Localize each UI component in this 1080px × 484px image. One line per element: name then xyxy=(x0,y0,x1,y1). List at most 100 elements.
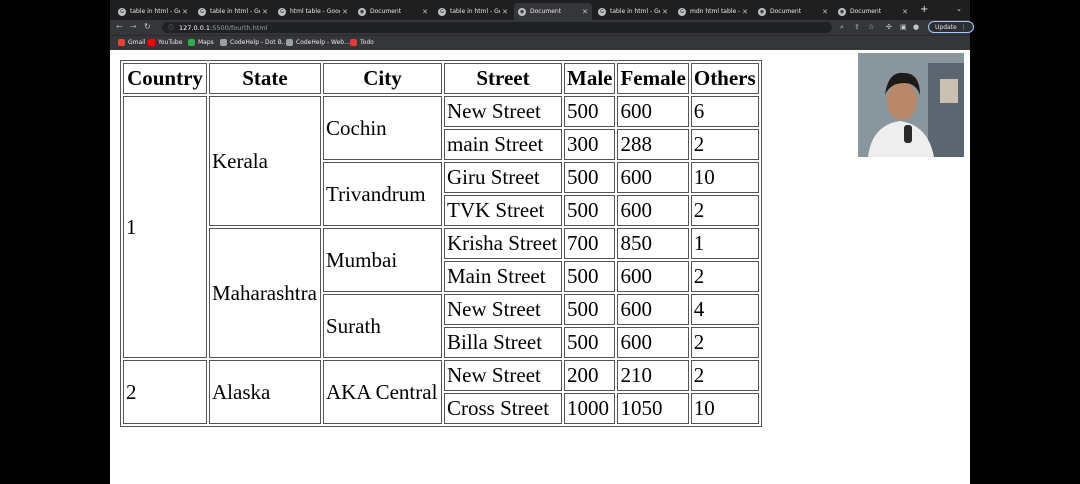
cell-street: TVK Street xyxy=(444,195,562,226)
info-icon: ⓘ xyxy=(168,25,175,32)
presenter-video-image xyxy=(858,53,964,157)
header-state: State xyxy=(209,63,321,94)
browser-tab-active[interactable]: ◉ Document ✕ xyxy=(514,3,592,20)
close-icon[interactable]: ✕ xyxy=(582,8,588,16)
new-tab-plus-icon[interactable]: + xyxy=(920,4,928,15)
cell-state: Alaska xyxy=(209,360,321,424)
cell-street: main Street xyxy=(444,129,562,160)
bookmark-codehelp-web[interactable]: CodeHelp - Web... xyxy=(286,39,350,46)
cell-male: 1000 xyxy=(564,393,616,424)
cell-street: Cross Street xyxy=(444,393,562,424)
cell-others: 4 xyxy=(690,294,759,325)
cell-street: New Street xyxy=(444,96,562,127)
cell-others: 2 xyxy=(690,327,759,358)
cell-street: New Street xyxy=(444,294,562,325)
close-icon[interactable]: ✕ xyxy=(182,8,188,16)
more-menu-icon[interactable]: ⋮ xyxy=(961,24,967,31)
close-icon[interactable]: ✕ xyxy=(262,8,268,16)
close-icon[interactable]: ✕ xyxy=(902,8,908,16)
cell-state: Maharashtra xyxy=(209,228,321,358)
cell-others: 10 xyxy=(690,162,759,193)
bookmark-maps[interactable]: Maps xyxy=(188,39,214,46)
cell-female: 850 xyxy=(617,228,689,259)
close-icon[interactable]: ✕ xyxy=(342,8,348,16)
cell-female: 210 xyxy=(617,360,689,391)
back-arrow-icon[interactable]: ← xyxy=(116,22,123,31)
cell-city: AKA Central xyxy=(323,360,442,424)
browser-tab[interactable]: Gtable in html - Goog✕ xyxy=(194,3,272,20)
close-icon[interactable]: ✕ xyxy=(502,8,508,16)
cell-street: Main Street xyxy=(444,261,562,292)
youtube-icon xyxy=(148,39,155,46)
browser-tab[interactable]: Gtable in html - Goog✕ xyxy=(114,3,192,20)
globe-icon xyxy=(286,39,293,46)
side-panel-icon[interactable]: ▣ xyxy=(900,23,907,31)
webcam-overlay xyxy=(858,53,964,157)
cell-street: Giru Street xyxy=(444,162,562,193)
header-female: Female xyxy=(617,63,689,94)
cell-others: 10 xyxy=(690,393,759,424)
cell-female: 600 xyxy=(617,195,689,226)
cell-others: 2 xyxy=(690,195,759,226)
globe-icon xyxy=(220,39,227,46)
cell-others: 1 xyxy=(690,228,759,259)
browser-tab[interactable]: Ghtml table - Googl ✕ xyxy=(274,3,352,20)
tab-search-chevron-icon[interactable]: ⌄ xyxy=(956,5,962,13)
bookmark-star-icon[interactable]: ☆ xyxy=(868,23,874,31)
table-row: Maharashtra Mumbai Krisha Street 700 850… xyxy=(123,228,759,358)
cell-male: 200 xyxy=(564,360,616,391)
header-others: Others xyxy=(690,63,759,94)
browser-tab[interactable]: Gtable in html - Goog✕ xyxy=(594,3,672,20)
globe-icon: ◉ xyxy=(358,7,366,16)
cell-female: 600 xyxy=(617,327,689,358)
header-city: City xyxy=(323,63,442,94)
cell-male: 500 xyxy=(564,96,616,127)
cell-male: 500 xyxy=(564,261,616,292)
extensions-icon[interactable]: ✣ xyxy=(886,23,892,31)
cell-city: Mumbai xyxy=(323,228,442,292)
bookmark-codehelp-dot[interactable]: CodeHelp - Dot B... xyxy=(220,39,287,46)
cell-country: 1 xyxy=(123,96,207,358)
close-icon[interactable]: ✕ xyxy=(822,8,828,16)
profile-avatar-icon[interactable]: ● xyxy=(913,23,919,31)
data-table: Country State City Street Male Female Ot… xyxy=(120,60,762,427)
browser-tab[interactable]: Gmdn html table - Go✕ xyxy=(674,3,752,20)
bookmark-gmail[interactable]: Gmail xyxy=(118,39,146,46)
address-bar[interactable]: ⓘ 127.0.0.1:5500/fourth.html xyxy=(162,22,832,33)
zoom-icon[interactable]: ⌕ xyxy=(840,23,844,32)
browser-tab[interactable]: Gtable in html - Goog✕ xyxy=(434,3,512,20)
bookmarks-bar: Gmail YouTube Maps CodeHelp - Dot B... C… xyxy=(110,35,970,50)
header-male: Male xyxy=(564,63,616,94)
table-row: 2 Alaska AKA Central New Street 200 210 … xyxy=(123,360,759,424)
google-icon: G xyxy=(438,7,446,16)
close-icon[interactable]: ✕ xyxy=(422,8,428,16)
cell-city: Trivandrum xyxy=(323,162,442,226)
browser-window-frame: Gtable in html - Goog✕ Gtable in html - … xyxy=(110,0,974,50)
cell-female: 600 xyxy=(617,162,689,193)
close-icon[interactable]: ✕ xyxy=(742,8,748,16)
cell-street: Krisha Street xyxy=(444,228,562,259)
cell-male: 500 xyxy=(564,294,616,325)
browser-tab[interactable]: ◉ Document ✕ xyxy=(834,3,912,20)
globe-icon: ◉ xyxy=(758,7,766,16)
cell-male: 500 xyxy=(564,162,616,193)
cell-state: Kerala xyxy=(209,96,321,226)
cell-male: 300 xyxy=(564,129,616,160)
cell-female: 288 xyxy=(617,129,689,160)
bookmark-todo[interactable]: Todo xyxy=(350,39,374,46)
google-icon: G xyxy=(678,7,686,16)
globe-icon: ◉ xyxy=(838,7,846,16)
cell-street: New Street xyxy=(444,360,562,391)
forward-arrow-icon[interactable]: → xyxy=(130,22,137,31)
bookmark-youtube[interactable]: YouTube xyxy=(148,39,182,46)
browser-tab[interactable]: ◉ Document ✕ xyxy=(354,3,432,20)
header-country: Country xyxy=(123,63,207,94)
header-row: Country State City Street Male Female Ot… xyxy=(123,63,759,94)
update-button[interactable]: Update ⋮ xyxy=(928,21,974,33)
share-icon[interactable]: ⇪ xyxy=(854,23,860,31)
browser-toolbar: ← → ↻ ⓘ 127.0.0.1:5500/fourth.html ⌕ ⇪ ☆… xyxy=(110,20,974,35)
reload-icon[interactable]: ↻ xyxy=(144,22,151,31)
close-icon[interactable]: ✕ xyxy=(662,8,668,16)
cell-male: 500 xyxy=(564,327,616,358)
browser-tab[interactable]: ◉ Document ✕ xyxy=(754,3,832,20)
